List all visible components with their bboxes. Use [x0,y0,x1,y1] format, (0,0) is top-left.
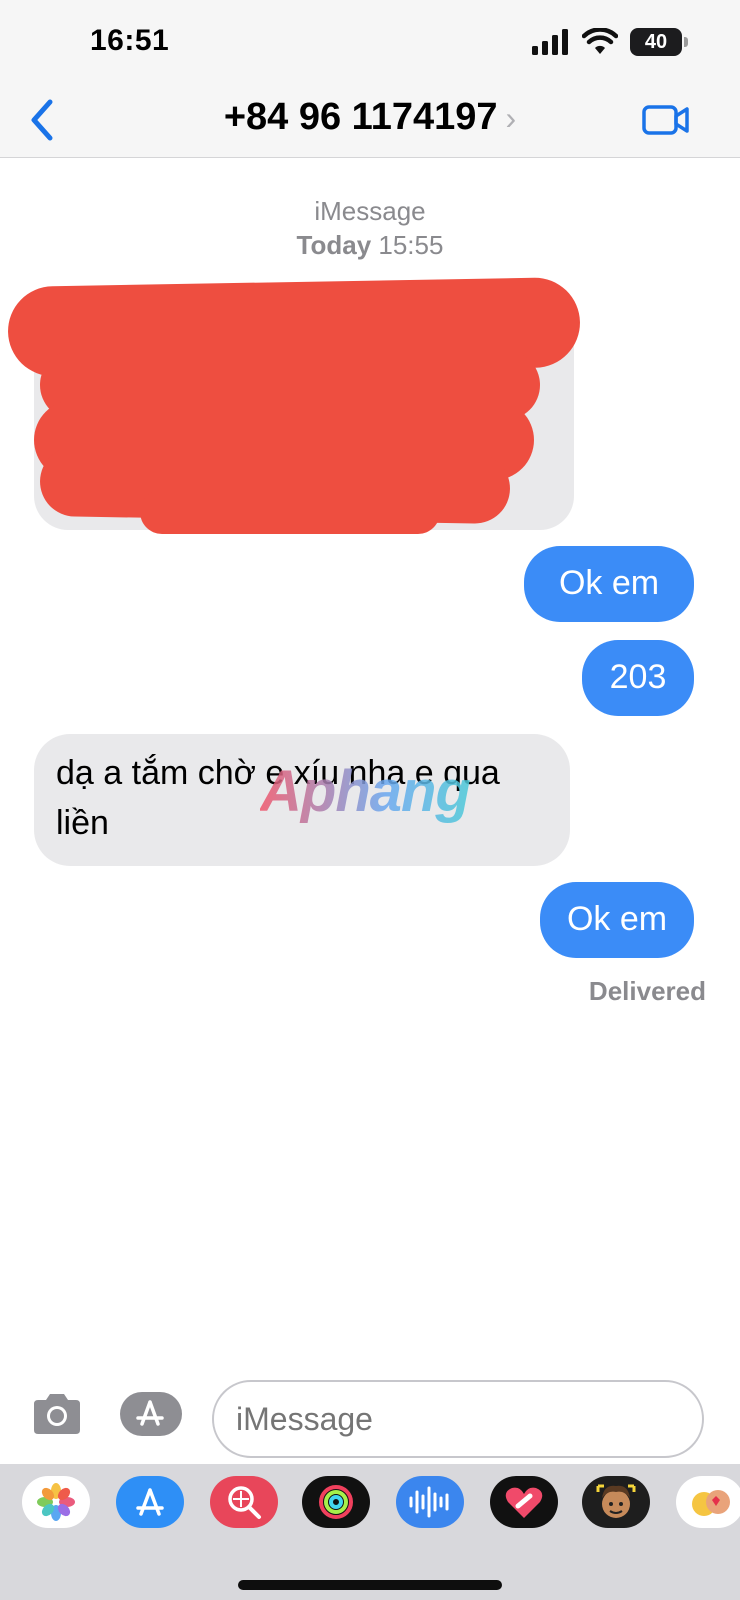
wifi-icon [582,28,618,54]
service-label: iMessage [0,196,740,227]
delivery-status: Delivered [588,976,706,1006]
cellular-signal-icon [532,29,568,55]
date-label: Today [296,230,372,260]
battery-indicator: 40 [630,28,682,56]
service-name: iMessage [314,196,426,226]
camera-icon[interactable] [30,1392,84,1436]
audio-icon[interactable] [396,1476,464,1528]
time-label: 15:55 [378,230,444,260]
navigation-header: 16:51 40 +84 96 1174197 › [0,0,740,158]
watermark-logo: Aphang [260,759,471,824]
redaction-mark [140,490,440,534]
message-input[interactable] [212,1380,704,1458]
status-icons: 40 [532,28,688,56]
message-bubble-outgoing[interactable]: Ok em [540,882,694,958]
message-bubble-outgoing[interactable]: 203 [582,640,694,716]
activity-icon[interactable] [302,1476,370,1528]
message-composer [0,1370,740,1458]
images-search-icon[interactable] [210,1476,278,1528]
app-store-icon[interactable] [120,1392,186,1436]
photos-icon[interactable] [22,1476,90,1528]
contact-name-button[interactable]: +84 96 1174197 › [0,96,740,139]
chevron-right-icon: › [505,100,517,136]
contact-name: +84 96 1174197 [223,96,498,138]
digital-touch-icon[interactable] [490,1476,558,1528]
timestamp-label: Today 15:55 [0,230,740,261]
memoji-stickers-icon[interactable] [676,1476,740,1528]
video-camera-icon[interactable] [642,102,690,138]
message-bubble-outgoing[interactable]: Ok em [524,546,694,622]
battery-level: 40 [644,30,668,53]
message-text: Ok em [566,900,668,938]
memoji-icon[interactable] [582,1476,650,1528]
battery-tip [684,37,688,47]
message-text: Ok em [558,564,660,602]
home-indicator [238,1580,502,1590]
app-store-icon[interactable] [116,1476,184,1528]
status-time: 16:51 [90,24,170,57]
message-text: 203 [609,658,667,696]
